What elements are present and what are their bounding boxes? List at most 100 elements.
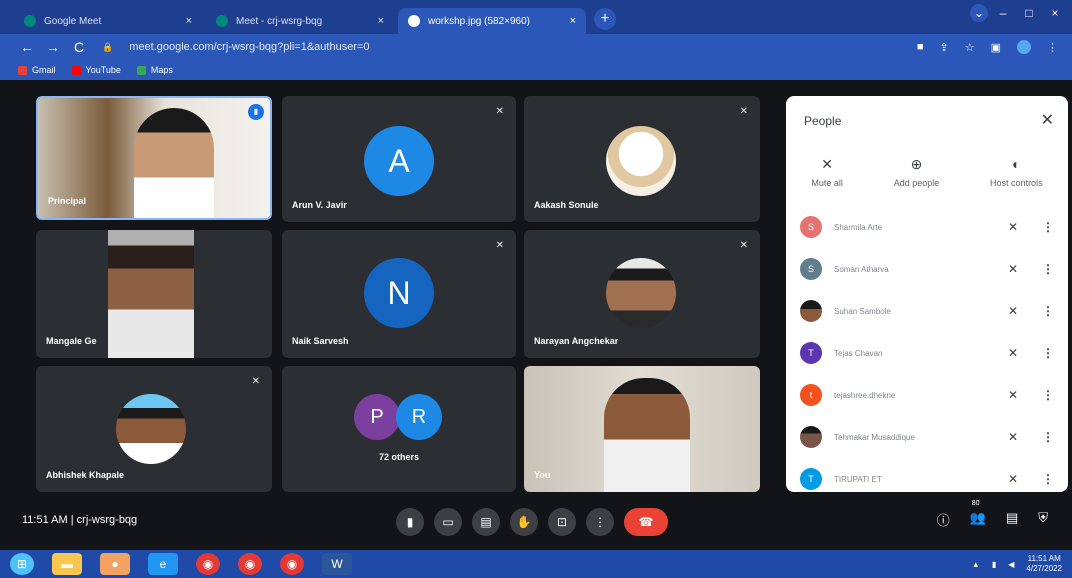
taskbar-app[interactable]: ◉: [280, 553, 304, 575]
list-item[interactable]: T Tejas Chavan ✕ ⋮: [786, 332, 1068, 374]
more-icon[interactable]: ⋮: [1028, 220, 1068, 234]
maximize-icon[interactable]: □: [1018, 4, 1040, 22]
avatar: [606, 258, 676, 328]
folder-icon: ▬: [61, 557, 73, 571]
mic-off-icon[interactable]: ✕: [998, 430, 1028, 444]
tray-clock[interactable]: 11:51 AM 4/27/2022: [1026, 554, 1062, 574]
list-item[interactable]: t tejashree.dhekne ✕ ⋮: [786, 374, 1068, 416]
action-label: Host controls: [990, 178, 1043, 188]
taskbar-app[interactable]: ▬: [52, 553, 82, 575]
people-button[interactable]: 80 👥: [970, 500, 986, 529]
list-item[interactable]: Suhan Sambole ✕ ⋮: [786, 290, 1068, 332]
globe-icon: [408, 15, 420, 27]
camera-button[interactable]: ▭: [434, 508, 462, 536]
mute-all-button[interactable]: ✕ Mute all: [811, 156, 843, 188]
menu-icon[interactable]: ⋮: [1047, 41, 1058, 54]
mic-off-icon[interactable]: ✕: [998, 388, 1028, 402]
more-icon[interactable]: ⋮: [1028, 262, 1068, 276]
add-people-button[interactable]: ⊕ Add people: [894, 156, 940, 188]
list-item[interactable]: Tehmakar Musaddique ✕ ⋮: [786, 416, 1068, 458]
taskbar-app[interactable]: W: [322, 553, 352, 575]
avatar: t: [800, 384, 822, 406]
tab-search-icon[interactable]: ⌄: [970, 4, 988, 22]
star-icon[interactable]: ☆: [965, 41, 975, 54]
taskbar-app[interactable]: ●: [100, 553, 130, 575]
chat-icon[interactable]: ▤: [1006, 510, 1018, 529]
participant-tile[interactable]: ✕ Abhishek Khapale: [36, 366, 272, 492]
mic-off-icon[interactable]: ✕: [998, 220, 1028, 234]
browser-tab-active[interactable]: workshp.jpg (582×960) ×: [398, 8, 586, 34]
more-icon[interactable]: ⋮: [1028, 304, 1068, 318]
avatar: [606, 126, 676, 196]
present-button[interactable]: ⊡: [548, 508, 576, 536]
bookmark-gmail[interactable]: Gmail: [18, 65, 56, 75]
person-figure: [134, 108, 214, 218]
browser-tab[interactable]: Google Meet ×: [14, 8, 202, 34]
mic-off-icon[interactable]: ✕: [998, 304, 1028, 318]
more-icon[interactable]: ⋮: [1028, 430, 1068, 444]
list-item[interactable]: S Sharmila Arte ✕ ⋮: [786, 206, 1068, 248]
participant-name: Abhishek Khapale: [46, 470, 125, 480]
network-icon[interactable]: ▮: [992, 560, 996, 569]
new-tab-button[interactable]: +: [594, 8, 616, 30]
url-field[interactable]: meet.google.com/crj-wsrg-bqg?pli=1&authu…: [129, 41, 917, 53]
raise-hand-button[interactable]: ✋: [510, 508, 538, 536]
camera-icon[interactable]: ■: [917, 41, 924, 53]
mic-off-icon[interactable]: ✕: [998, 472, 1028, 486]
leave-call-button[interactable]: ☎: [624, 508, 668, 536]
share-icon[interactable]: ⇪: [940, 41, 949, 54]
participant-tile[interactable]: ✕ N Naik Sarvesh: [282, 230, 516, 358]
list-item[interactable]: S Soman Atharva ✕ ⋮: [786, 248, 1068, 290]
avatar[interactable]: [1017, 40, 1031, 54]
shield-icon[interactable]: ⛨: [1038, 510, 1048, 529]
participant-tile[interactable]: ▮ Principal: [36, 96, 272, 220]
start-button[interactable]: ⊞: [10, 553, 34, 575]
avatar: A: [364, 126, 434, 196]
close-tab-icon[interactable]: ×: [378, 15, 384, 27]
close-tab-icon[interactable]: ×: [186, 15, 192, 27]
forward-icon[interactable]: →: [40, 39, 66, 55]
taskbar-app[interactable]: ◉: [238, 553, 262, 575]
mic-off-icon[interactable]: ✕: [998, 262, 1028, 276]
participant-name: Arun V. Javir: [292, 200, 347, 210]
participant-name: Suhan Sambole: [834, 306, 891, 316]
list-item[interactable]: T TIRUPATI ET ✕ ⋮: [786, 458, 1068, 500]
taskbar-app[interactable]: e: [148, 553, 178, 575]
bookmark-youtube[interactable]: YouTube: [71, 65, 121, 75]
more-icon[interactable]: ⋮: [1028, 388, 1068, 402]
close-icon[interactable]: ✕: [1041, 110, 1054, 130]
participant-tile[interactable]: ✕ A Arun V. Javir: [282, 96, 516, 222]
avatar: N: [364, 258, 434, 328]
close-tab-icon[interactable]: ×: [570, 15, 576, 27]
mic-button[interactable]: ▮: [396, 508, 424, 536]
participant-tile[interactable]: ✕ Aakash Sonule: [524, 96, 760, 222]
info-icon[interactable]: ⓘ: [937, 510, 950, 529]
close-window-icon[interactable]: ×: [1044, 4, 1066, 22]
minimize-icon[interactable]: –: [992, 4, 1014, 22]
participant-name: Principal: [48, 196, 87, 206]
host-controls-button[interactable]: ◐ Host controls: [990, 156, 1043, 188]
sidebar-icon[interactable]: ▣: [991, 41, 1001, 54]
more-icon[interactable]: ⋮: [1028, 472, 1068, 486]
camera-icon: ▭: [442, 515, 454, 529]
more-icon[interactable]: ⋮: [1028, 346, 1068, 360]
avatar: S: [800, 258, 822, 280]
captions-button[interactable]: ▤: [472, 508, 500, 536]
others-count: 72 others: [378, 452, 420, 462]
volume-icon[interactable]: ◀: [1008, 560, 1014, 569]
avatar: T: [800, 342, 822, 364]
person-figure: [604, 378, 690, 492]
mic-icon: ▮: [406, 515, 414, 529]
reload-icon[interactable]: C: [66, 39, 92, 55]
back-icon[interactable]: ←: [14, 39, 40, 55]
browser-tab[interactable]: Meet - crj-wsrg-bqg ×: [206, 8, 394, 34]
others-tile[interactable]: P R 72 others: [282, 366, 516, 492]
mic-off-icon[interactable]: ✕: [998, 346, 1028, 360]
more-options-button[interactable]: ⋮: [586, 508, 614, 536]
participant-tile[interactable]: ✕ Narayan Angchekar: [524, 230, 760, 358]
chevron-up-icon[interactable]: ▲: [972, 560, 980, 569]
bookmark-maps[interactable]: Maps: [136, 65, 173, 75]
taskbar-app[interactable]: ◉: [196, 553, 220, 575]
participant-tile[interactable]: Mangale Ge: [36, 230, 272, 358]
self-tile[interactable]: You: [524, 366, 760, 492]
